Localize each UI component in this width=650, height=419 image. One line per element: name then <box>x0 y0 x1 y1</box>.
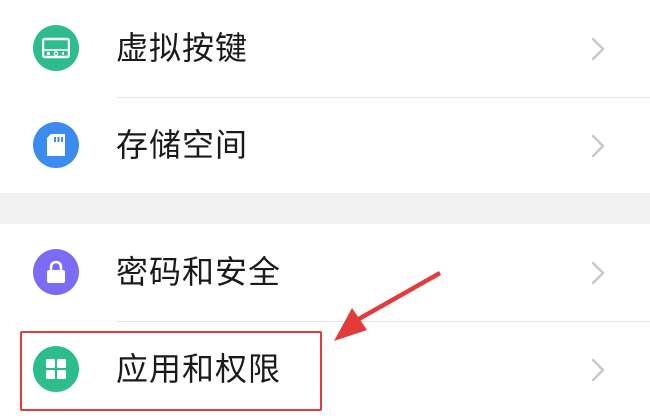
settings-item-password-security[interactable]: 密码和安全 <box>0 224 650 321</box>
settings-item-label: 虚拟按键 <box>116 29 249 67</box>
settings-item-apps-permissions[interactable]: 应用和权限 <box>0 321 650 418</box>
virtual-keys-icon <box>33 25 79 71</box>
settings-item-label: 密码和安全 <box>116 253 282 291</box>
settings-item-virtual-keys[interactable]: 虚拟按键 <box>0 0 650 97</box>
chevron-right-icon <box>591 358 605 382</box>
settings-item-label: 应用和权限 <box>116 350 282 388</box>
settings-group-1: 虚拟按键 存储空间 <box>0 0 650 193</box>
chevron-right-icon <box>591 134 605 158</box>
settings-item-label: 存储空间 <box>116 126 249 164</box>
settings-screen: 虚拟按键 存储空间 密码和安全 应用和权限 <box>0 0 650 419</box>
apps-grid-icon <box>33 346 79 392</box>
chevron-right-icon <box>591 37 605 61</box>
settings-item-storage[interactable]: 存储空间 <box>0 97 650 194</box>
section-gap <box>0 193 650 224</box>
settings-group-2: 密码和安全 应用和权限 <box>0 224 650 419</box>
lock-icon <box>33 249 79 295</box>
chevron-right-icon <box>591 261 605 285</box>
storage-icon <box>33 122 79 168</box>
